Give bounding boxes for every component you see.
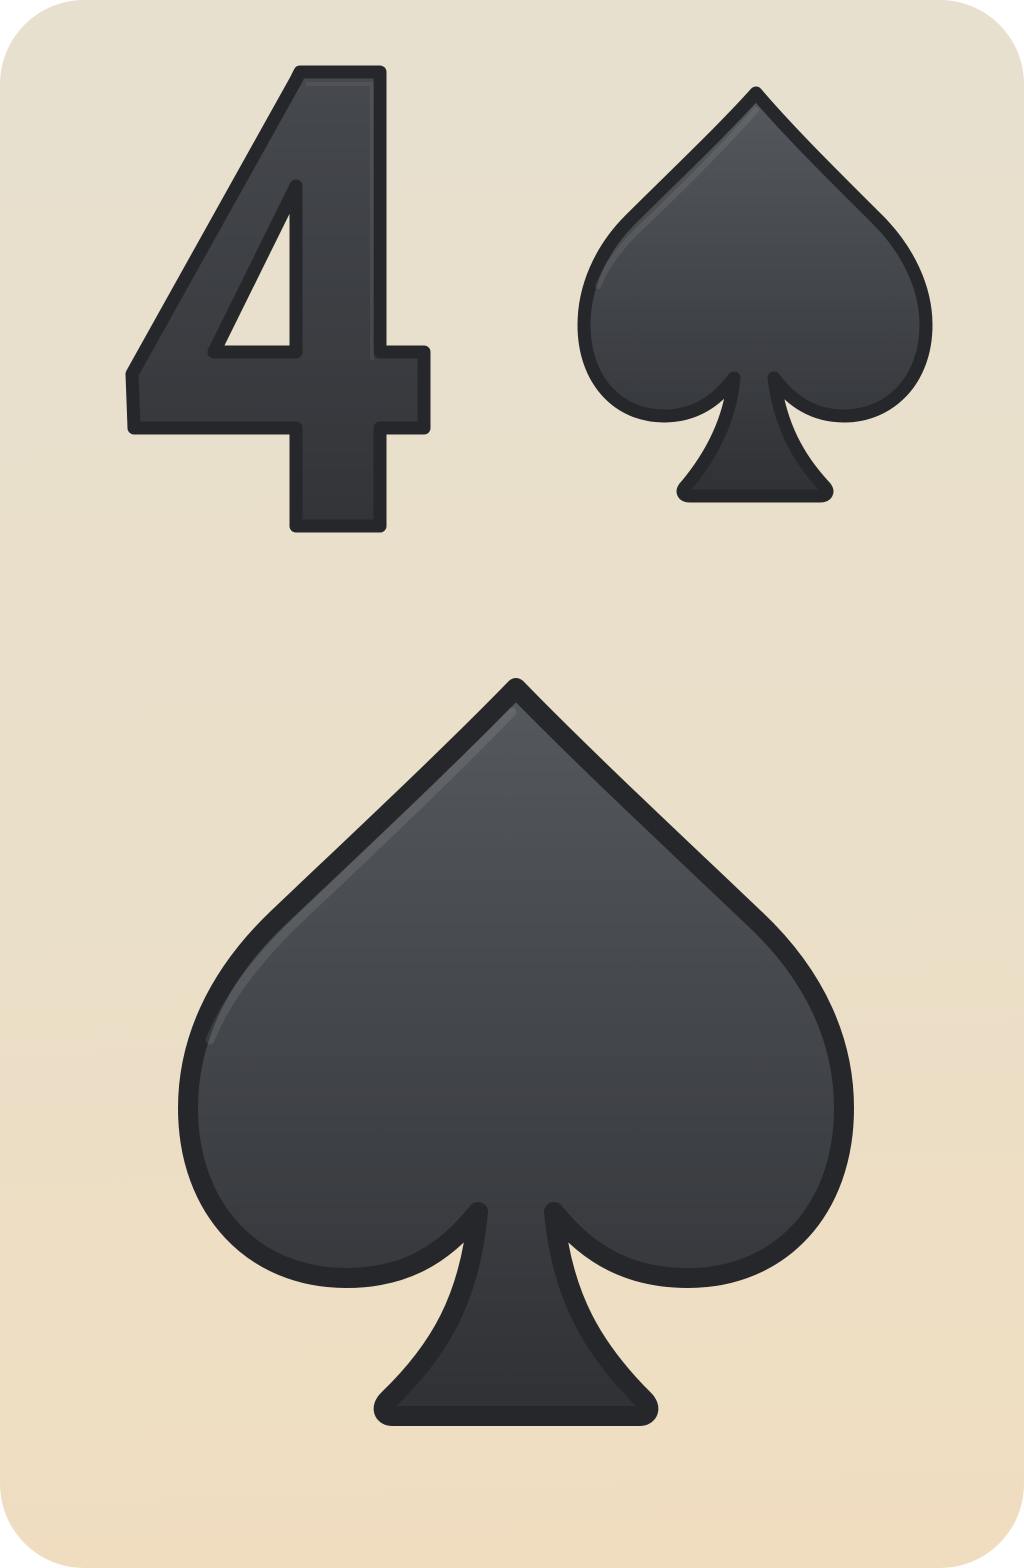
card-face [125, 65, 933, 1426]
rank-four-glyph [125, 65, 431, 533]
center-spade-icon [178, 678, 854, 1426]
playing-card[interactable]: 4 [0, 0, 1024, 1568]
corner-spade-icon [577, 86, 933, 503]
